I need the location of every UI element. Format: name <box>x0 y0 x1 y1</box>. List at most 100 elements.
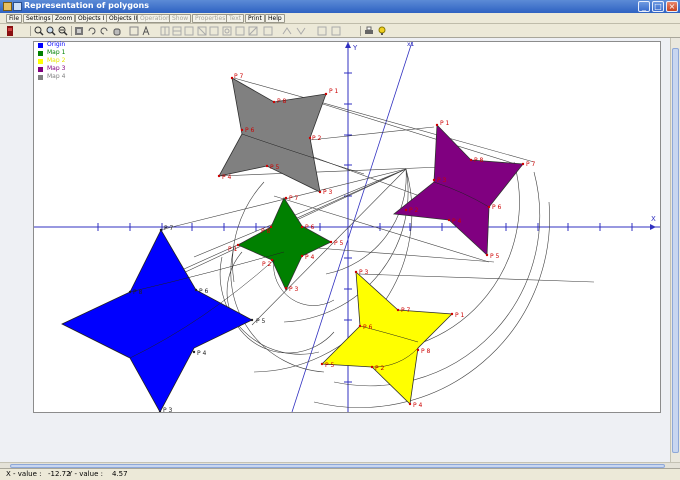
green-point-label: P 8 <box>261 228 271 235</box>
menu-objects-ii[interactable]: Objects II <box>106 14 141 23</box>
blue-point-label: P 3 <box>163 407 173 412</box>
purple-point-marker <box>469 158 473 162</box>
purple-point-label: P 7 <box>526 161 536 168</box>
green-point-label: P 1 <box>228 246 238 253</box>
grid-icon[interactable] <box>197 26 207 36</box>
legend-label: Map 1 <box>47 49 66 56</box>
gray-point-label: P 7 <box>234 73 244 80</box>
gray-point-marker <box>217 174 221 178</box>
purple-point-label: P 8 <box>474 157 484 164</box>
yellow-point-label: P 7 <box>401 307 411 314</box>
map-3-polygon[interactable] <box>392 124 524 256</box>
legend-label: Origin <box>47 41 66 48</box>
rotation-line-label: x1 <box>407 42 415 48</box>
x-axis-label: X <box>651 215 656 223</box>
origin-polygon[interactable] <box>61 229 253 412</box>
grid-icon[interactable] <box>263 26 273 36</box>
close-button[interactable]: × <box>666 1 678 12</box>
gray-point-marker <box>324 92 328 96</box>
green-point-marker <box>284 286 288 290</box>
map-1-polygon[interactable] <box>237 197 332 291</box>
vertical-scrollbar[interactable] <box>670 38 680 462</box>
green-point-label: P 6 <box>305 224 315 231</box>
x-value-label: X - value : <box>6 470 42 478</box>
legend-swatch <box>38 51 43 56</box>
window-title: Representation of polygons <box>24 1 149 10</box>
title-bar: Representation of polygons _ □ × <box>0 0 680 13</box>
yellow-point-marker <box>370 365 374 369</box>
maximize-button[interactable]: □ <box>652 1 664 12</box>
map-4-polygon[interactable] <box>218 77 327 193</box>
yellow-point-label: P 4 <box>413 402 423 409</box>
minimize-button[interactable]: _ <box>638 1 650 12</box>
exit-icon[interactable] <box>5 26 15 36</box>
grid-icon[interactable] <box>222 26 232 36</box>
purple-point-label: P 5 <box>490 253 500 260</box>
gray-point-label: P 1 <box>329 88 339 95</box>
undo-icon[interactable] <box>87 26 97 36</box>
yellow-point-marker <box>358 324 362 328</box>
gray-point-marker <box>240 128 244 132</box>
menu-text[interactable]: Text <box>226 14 245 23</box>
yellow-point-marker <box>408 402 412 406</box>
yellow-point-marker <box>416 348 420 352</box>
grid-icon[interactable] <box>317 26 327 36</box>
purple-point-marker <box>487 205 491 209</box>
font-icon[interactable] <box>141 26 151 36</box>
bulb-icon[interactable] <box>377 26 387 36</box>
purple-point-marker <box>485 253 489 257</box>
grid-icon[interactable] <box>235 26 245 36</box>
text-icon[interactable] <box>129 26 139 36</box>
work-area: X Y x1 P 7 P 8 P 1 P 2 P 6 P 5 P 4 P 3 P… <box>0 38 680 468</box>
grid-icon[interactable] <box>331 26 341 36</box>
legend-label: Map 3 <box>47 65 66 72</box>
app-icon <box>3 2 12 11</box>
yellow-point-marker <box>396 308 400 312</box>
legend-label: Map 4 <box>47 73 66 80</box>
redo-icon[interactable] <box>99 26 109 36</box>
grid-icon[interactable] <box>160 26 170 36</box>
gray-point-label: P 3 <box>323 189 333 196</box>
gray-point-label: P 2 <box>312 135 322 142</box>
settings-icon[interactable] <box>74 26 84 36</box>
yellow-point-marker <box>320 362 324 366</box>
y-value: 4.57 <box>112 470 128 478</box>
gray-point-marker <box>318 190 322 194</box>
purple-point-marker <box>447 218 451 222</box>
grid-icon[interactable] <box>209 26 219 36</box>
green-point-label: P 2 <box>262 261 272 268</box>
menu-show[interactable]: Show <box>169 14 192 23</box>
zoom-fit-icon[interactable] <box>58 26 68 36</box>
toolbar-separator <box>360 26 361 36</box>
menu-help[interactable]: Help <box>265 14 285 23</box>
legend-swatch <box>38 75 43 80</box>
gray-point-marker <box>272 100 276 104</box>
menu-file[interactable]: File <box>6 14 23 23</box>
blue-point-label: P 8 <box>133 289 143 296</box>
print-icon[interactable] <box>364 26 374 36</box>
menu-objects-i[interactable]: Objects I <box>75 14 108 23</box>
green-point-marker <box>284 196 288 200</box>
green-point-marker <box>329 240 333 244</box>
menu-operation[interactable]: Operation <box>137 14 173 23</box>
menu-print[interactable]: Print <box>245 14 265 23</box>
zoom-in-icon[interactable] <box>46 26 56 36</box>
purple-point-label: P 4 <box>452 218 462 225</box>
green-point-label: P 4 <box>305 254 315 261</box>
green-point-label: P 3 <box>289 286 299 293</box>
grid-icon[interactable] <box>296 26 306 36</box>
vertical-scroll-thumb[interactable] <box>672 48 679 453</box>
grid-icon[interactable] <box>282 26 292 36</box>
hand-icon[interactable] <box>112 26 122 36</box>
zoom-out-icon[interactable] <box>34 26 44 36</box>
drawing-canvas[interactable]: X Y x1 P 7 P 8 P 1 P 2 P 6 P 5 P 4 P 3 P… <box>33 41 661 413</box>
purple-point-marker <box>521 162 525 166</box>
grid-icon[interactable] <box>172 26 182 36</box>
menu-settings[interactable]: Settings <box>23 14 54 23</box>
green-point-label: P 7 <box>289 195 299 202</box>
menu-zoom[interactable]: Zoom <box>52 14 76 23</box>
grid-icon[interactable] <box>184 26 194 36</box>
menu-properties[interactable]: Properties <box>192 14 229 23</box>
grid-icon[interactable] <box>248 26 258 36</box>
gray-point-marker <box>230 76 234 80</box>
